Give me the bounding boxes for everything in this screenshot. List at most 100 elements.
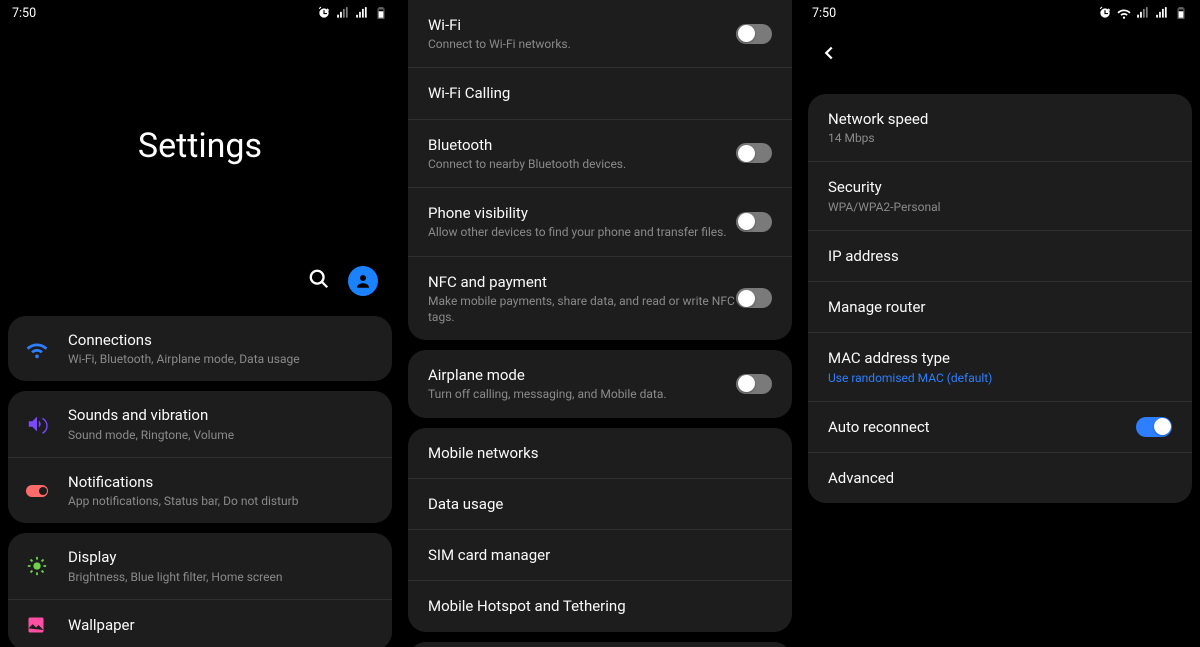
security-row[interactable]: Security WPA/WPA2-Personal (808, 162, 1192, 230)
row-sub: 14 Mbps (828, 130, 1172, 146)
wallpaper-row[interactable]: Wallpaper (8, 600, 392, 647)
row-sub: Allow other devices to find your phone a… (428, 224, 736, 240)
wifi-details-card: Network speed 14 Mbps Security WPA/WPA2-… (808, 94, 1192, 503)
settings-card: Display Brightness, Blue light filter, H… (8, 533, 392, 647)
data-usage-row[interactable]: Data usage (408, 479, 792, 530)
row-title: Security (828, 177, 1172, 197)
search-button[interactable] (308, 268, 330, 294)
hotspot-row[interactable]: Mobile Hotspot and Tethering (408, 581, 792, 631)
mac-address-type-row[interactable]: MAC address type Use randomised MAC (def… (808, 333, 1192, 401)
network-speed-row[interactable]: Network speed 14 Mbps (808, 94, 1192, 162)
row-sub: Sound mode, Ringtone, Volume (68, 427, 374, 443)
mobile-networks-row[interactable]: Mobile networks (408, 428, 792, 479)
status-bar: 7:50 (0, 0, 400, 26)
airplane-mode-toggle[interactable] (736, 374, 772, 394)
row-title: Advanced (828, 468, 1172, 488)
signal-icon-2 (355, 6, 369, 20)
row-title: Connections (68, 330, 374, 350)
row-sub: App notifications, Status bar, Do not di… (68, 493, 374, 509)
row-sub: Connect to Wi-Fi networks. (428, 36, 736, 52)
sounds-row[interactable]: Sounds and vibration Sound mode, Rington… (8, 391, 392, 457)
alarm-icon (1098, 6, 1112, 20)
row-title: Phone visibility (428, 203, 736, 223)
row-title: Mobile networks (428, 443, 772, 463)
row-title: Mobile Hotspot and Tethering (428, 596, 772, 616)
ip-address-row[interactable]: IP address (808, 231, 1192, 282)
connections-card: Airplane mode Turn off calling, messagin… (408, 350, 792, 417)
row-sub: WPA/WPA2-Personal (828, 199, 1172, 215)
notifications-row[interactable]: Notifications App notifications, Status … (8, 458, 392, 523)
page-title: Settings (0, 26, 400, 266)
row-title: Wi-Fi Calling (428, 83, 772, 103)
profile-button[interactable] (348, 266, 378, 296)
auto-reconnect-toggle[interactable] (1136, 417, 1172, 437)
wifi-details-screen: 7:50 Network speed 14 Mbps Security WPA/… (800, 0, 1200, 647)
airplane-mode-row[interactable]: Airplane mode Turn off calling, messagin… (408, 350, 792, 417)
row-title: MAC address type (828, 348, 1172, 368)
alarm-icon (317, 6, 331, 20)
settings-main-screen: 7:50 Settings Connections Wi-Fi, Bluetoo… (0, 0, 400, 647)
speaker-icon (26, 413, 48, 435)
header-actions (0, 266, 400, 316)
status-icons (1098, 6, 1188, 20)
row-title: Notifications (68, 472, 374, 492)
battery-icon (1174, 6, 1188, 20)
status-time: 7:50 (12, 6, 36, 21)
connections-card: More connection settings (408, 642, 792, 647)
row-title: Bluetooth (428, 135, 736, 155)
signal-icon (1136, 6, 1150, 20)
signal-icon-2 (1155, 6, 1169, 20)
row-sub: Connect to nearby Bluetooth devices. (428, 156, 736, 172)
back-bar (800, 26, 1200, 78)
auto-reconnect-row[interactable]: Auto reconnect (808, 402, 1192, 453)
row-title: Wallpaper (68, 615, 374, 635)
search-icon (308, 268, 330, 290)
advanced-row[interactable]: Advanced (808, 453, 1192, 503)
row-sub: Wi-Fi, Bluetooth, Airplane mode, Data us… (68, 351, 374, 367)
brightness-icon (26, 555, 48, 577)
display-row[interactable]: Display Brightness, Blue light filter, H… (8, 533, 392, 599)
row-title: Airplane mode (428, 365, 736, 385)
settings-card: Sounds and vibration Sound mode, Rington… (8, 391, 392, 523)
row-title: Display (68, 547, 374, 567)
status-time: 7:50 (812, 6, 836, 21)
row-title: Manage router (828, 297, 1172, 317)
sim-card-manager-row[interactable]: SIM card manager (408, 530, 792, 581)
notification-icon (26, 483, 50, 499)
back-button[interactable] (818, 49, 840, 68)
row-title: Auto reconnect (828, 417, 1136, 437)
chevron-left-icon (818, 42, 840, 64)
settings-card: Connections Wi-Fi, Bluetooth, Airplane m… (8, 316, 392, 381)
nfc-row[interactable]: NFC and payment Make mobile payments, sh… (408, 257, 792, 341)
row-title: Sounds and vibration (68, 405, 374, 425)
wifi-status-icon (1117, 6, 1131, 20)
battery-icon (374, 6, 388, 20)
row-title: NFC and payment (428, 272, 736, 292)
connections-screen: Wi-Fi Connect to Wi-Fi networks. Wi-Fi C… (400, 0, 800, 647)
wifi-calling-row[interactable]: Wi-Fi Calling (408, 68, 792, 119)
person-icon (354, 272, 372, 290)
status-bar: 7:50 (800, 0, 1200, 26)
connections-card: Mobile networks Data usage SIM card mana… (408, 428, 792, 632)
connections-card: Wi-Fi Connect to Wi-Fi networks. Wi-Fi C… (408, 0, 792, 340)
signal-icon (336, 6, 350, 20)
wallpaper-icon (26, 615, 46, 635)
connections-row[interactable]: Connections Wi-Fi, Bluetooth, Airplane m… (8, 316, 392, 381)
row-title: Network speed (828, 109, 1172, 129)
bluetooth-row[interactable]: Bluetooth Connect to nearby Bluetooth de… (408, 120, 792, 188)
wifi-row[interactable]: Wi-Fi Connect to Wi-Fi networks. (408, 0, 792, 68)
manage-router-row[interactable]: Manage router (808, 282, 1192, 333)
row-title: Data usage (428, 494, 772, 514)
row-title: Wi-Fi (428, 15, 736, 35)
wifi-icon (26, 338, 48, 360)
nfc-toggle[interactable] (736, 288, 772, 308)
bluetooth-toggle[interactable] (736, 143, 772, 163)
wifi-toggle[interactable] (736, 24, 772, 44)
row-sub: Brightness, Blue light filter, Home scre… (68, 569, 374, 585)
more-connection-settings-row[interactable]: More connection settings (408, 642, 792, 647)
phone-visibility-toggle[interactable] (736, 212, 772, 232)
row-title: IP address (828, 246, 1172, 266)
row-title: SIM card manager (428, 545, 772, 565)
row-sub: Turn off calling, messaging, and Mobile … (428, 386, 736, 402)
phone-visibility-row[interactable]: Phone visibility Allow other devices to … (408, 188, 792, 256)
